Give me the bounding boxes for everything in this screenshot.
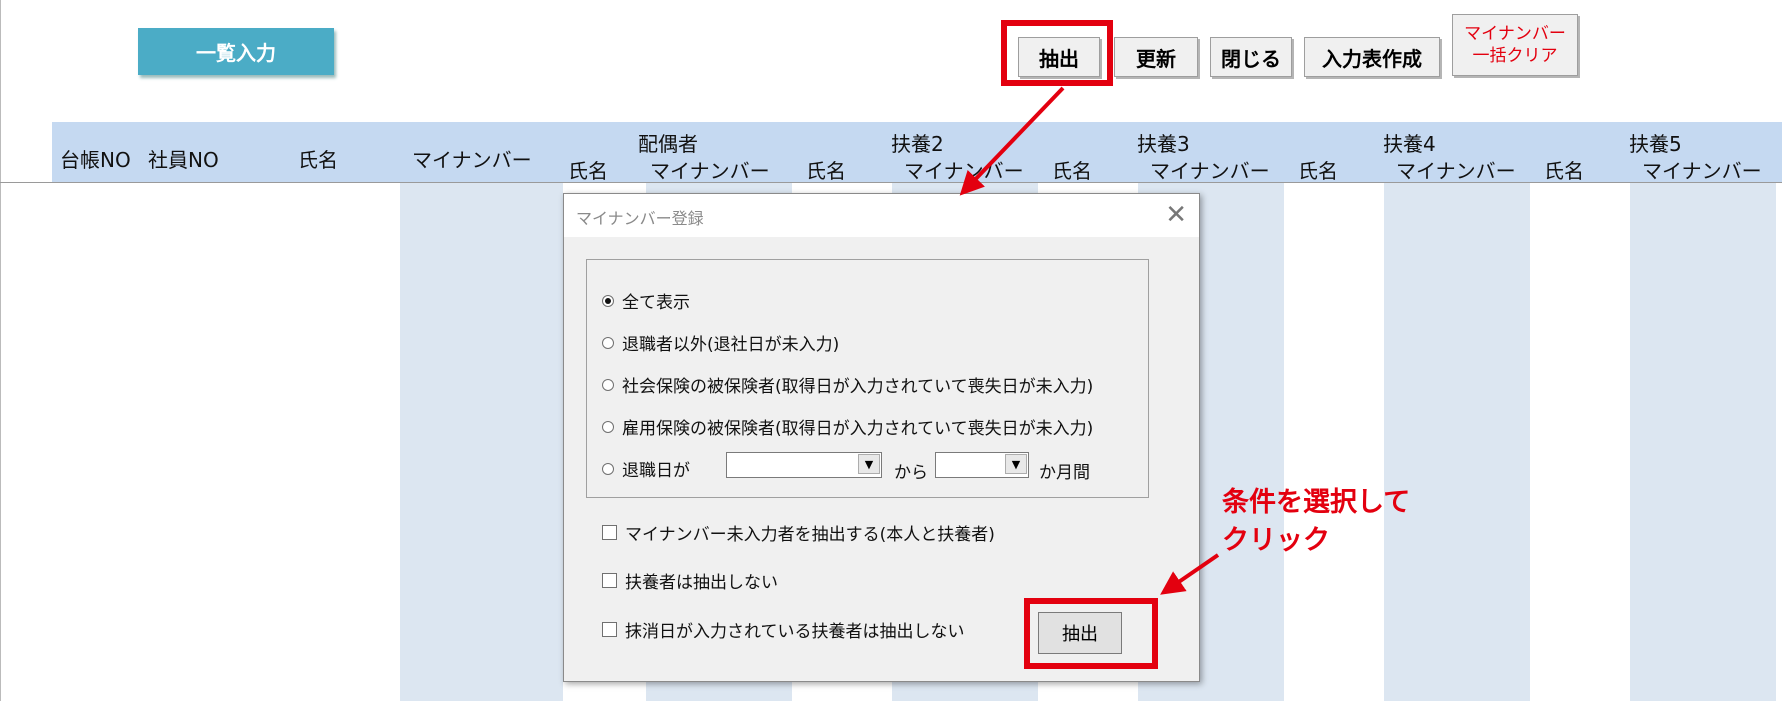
annotation-line1: 条件を選択して	[1222, 487, 1411, 518]
annotation-note: 条件を選択して クリック	[1222, 484, 1410, 560]
annotation-arrows	[959, 86, 1220, 595]
arrow-to-extract	[1160, 553, 1220, 595]
arrow-to-dialog	[959, 86, 1065, 196]
annotation-line2: クリック	[1222, 525, 1330, 556]
